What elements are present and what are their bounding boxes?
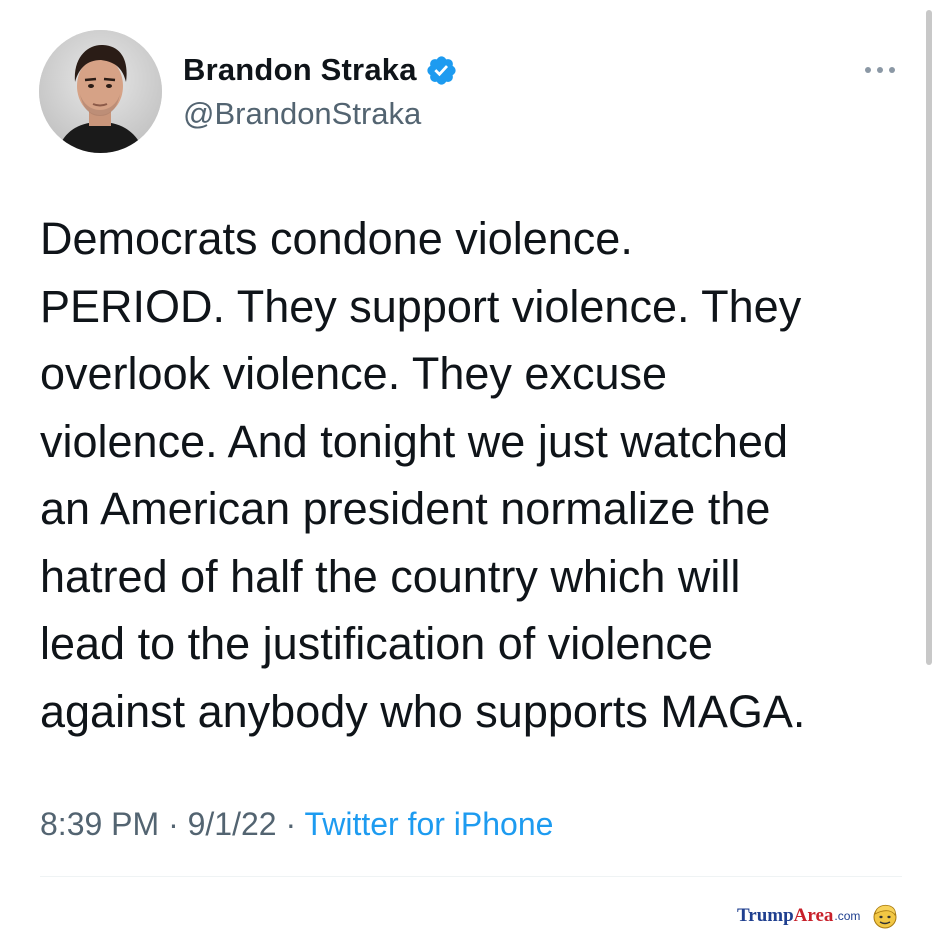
scrollbar[interactable] (926, 10, 932, 665)
watermark-brand-part2: Area (793, 905, 834, 926)
divider (40, 876, 902, 877)
tweet-date[interactable]: 9/1/22 (188, 806, 277, 842)
author-display-name[interactable]: Brandon Straka (183, 52, 417, 88)
tweet-text: Democrats condone violence. PERIOD. They… (40, 213, 806, 737)
avatar[interactable] (39, 30, 162, 153)
meta-separator: · (276, 806, 305, 842)
site-watermark: Trump Area .com (737, 903, 898, 929)
more-options-icon[interactable] (860, 60, 900, 80)
author-handle[interactable]: @BrandonStraka (183, 96, 421, 132)
tweet-metadata: 8:39 PM · 9/1/22 · Twitter for iPhone (40, 806, 553, 843)
profile-photo (39, 30, 162, 153)
meta-separator: · (159, 806, 188, 842)
tweet-source-link[interactable]: Twitter for iPhone (304, 806, 553, 842)
author-display-name-row[interactable]: Brandon Straka (183, 52, 458, 88)
verified-badge-icon (425, 54, 458, 87)
tweet-card: Brandon Straka @BrandonStraka Democrats … (0, 0, 940, 905)
tweet-time[interactable]: 8:39 PM (40, 806, 159, 842)
watermark-brand-suffix: .com (834, 909, 861, 923)
trump-face-icon (872, 903, 898, 929)
watermark-brand-part1: Trump (737, 905, 794, 926)
